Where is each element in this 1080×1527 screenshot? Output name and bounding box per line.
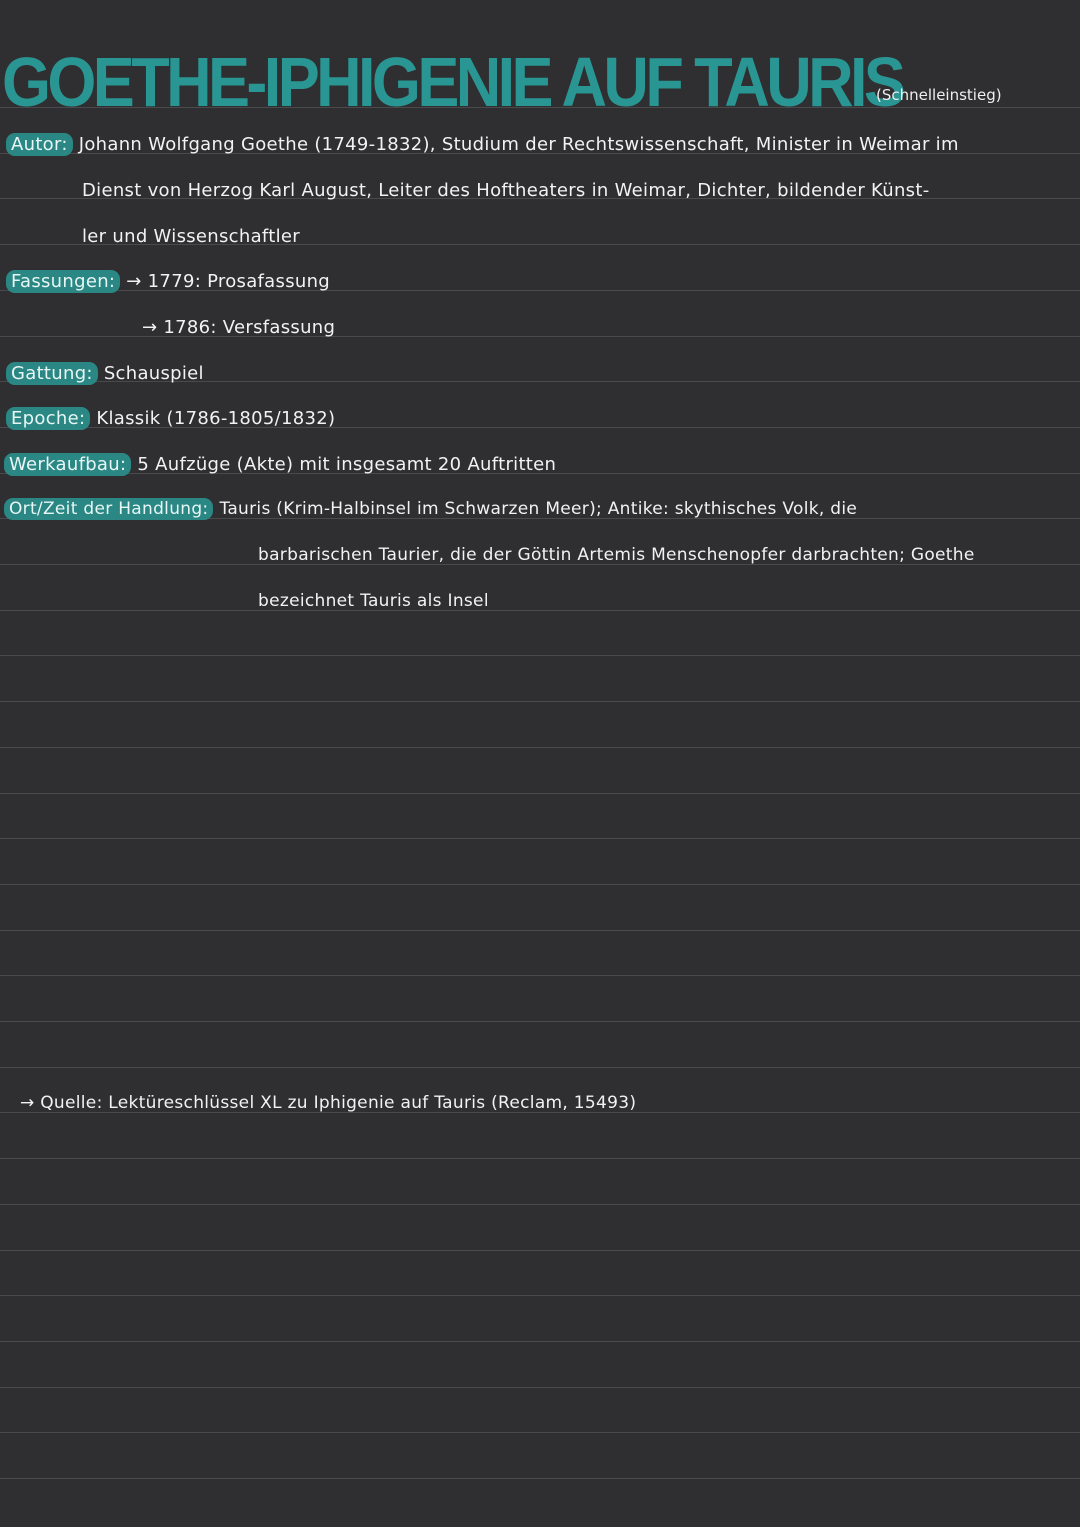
gattung-text: Schauspiel xyxy=(103,363,204,384)
handlung-text: Tauris (Krim-Halbinsel im Schwarzen Meer… xyxy=(219,499,858,519)
ruled-line xyxy=(0,701,1080,702)
autor-line-2: Dienst von Herzog Karl August, Leiter de… xyxy=(82,180,930,201)
werkaufbau-text: 5 Aufzüge (Akte) mit insgesamt 20 Auftri… xyxy=(137,454,557,475)
label-autor: Autor: xyxy=(6,133,73,156)
fassungen-text: → 1779: Prosafassung xyxy=(126,271,331,292)
handlung-line-1: Ort/Zeit der Handlung: Tauris (Krim-Halbi… xyxy=(4,498,858,520)
fassungen-line-1: Fassungen: → 1779: Prosafassung xyxy=(6,270,331,293)
fassungen-line-2: → 1786: Versfassung xyxy=(142,317,336,338)
ruled-line xyxy=(0,1250,1080,1251)
ruled-line xyxy=(0,1204,1080,1205)
ruled-line xyxy=(0,610,1080,611)
epoche-text: Klassik (1786-1805/1832) xyxy=(96,408,336,429)
gattung-line: Gattung: Schauspiel xyxy=(6,362,204,385)
ruled-line xyxy=(0,1067,1080,1068)
ruled-line xyxy=(0,747,1080,748)
label-werkaufbau: Werkaufbau: xyxy=(4,453,132,476)
ruled-line xyxy=(0,1432,1080,1433)
ruled-line xyxy=(0,975,1080,976)
werkaufbau-line: Werkaufbau: 5 Aufzüge (Akte) mit insgesam… xyxy=(4,453,557,476)
ruled-line xyxy=(0,1295,1080,1296)
label-handlung: Ort/Zeit der Handlung: xyxy=(4,498,214,520)
label-fassungen: Fassungen: xyxy=(6,270,121,293)
autor-text: Johann Wolfgang Goethe (1749-1832), Stud… xyxy=(78,134,959,155)
source-note: → Quelle: Lektüreschlüssel XL zu Iphigen… xyxy=(20,1093,637,1113)
label-epoche: Epoche: xyxy=(6,407,91,430)
label-gattung: Gattung: xyxy=(6,362,98,385)
ruled-line xyxy=(0,1021,1080,1022)
ruled-line xyxy=(0,1478,1080,1479)
ruled-line xyxy=(0,884,1080,885)
ruled-line xyxy=(0,930,1080,931)
epoche-line: Epoche: Klassik (1786-1805/1832) xyxy=(6,407,336,430)
ruled-line xyxy=(0,1158,1080,1159)
ruled-line xyxy=(0,1387,1080,1388)
ruled-line xyxy=(0,655,1080,656)
ruled-line xyxy=(0,838,1080,839)
page-title: GOETHE-IPHIGENIE AUF TAURIS xyxy=(2,43,906,121)
handlung-line-3: bezeichnet Tauris als Insel xyxy=(258,591,489,611)
autor-line-1: Autor: Johann Wolfgang Goethe (1749-1832)… xyxy=(6,133,959,156)
page-subtitle: (Schnelleinstieg) xyxy=(876,86,1002,104)
handlung-line-2: barbarischen Taurier, die der Göttin Art… xyxy=(258,545,975,565)
autor-line-3: ler und Wissenschaftler xyxy=(82,226,300,247)
ruled-line xyxy=(0,793,1080,794)
ruled-line xyxy=(0,1341,1080,1342)
